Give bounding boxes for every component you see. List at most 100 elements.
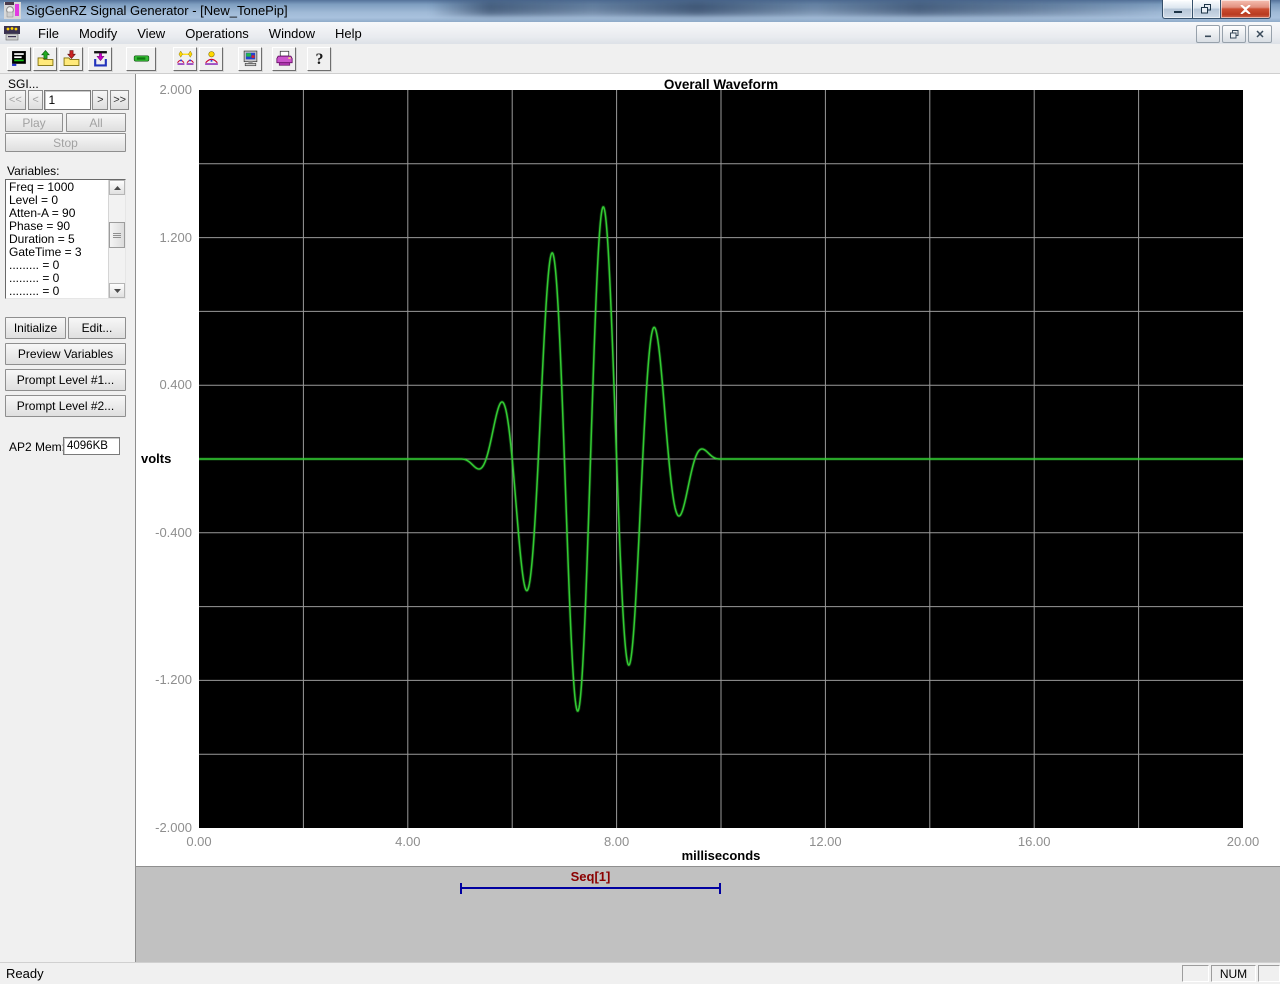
waveform-svg (199, 90, 1243, 828)
open-signal-button[interactable] (33, 46, 57, 71)
x-axis-label: milliseconds (681, 848, 761, 863)
sequence-segment-line[interactable] (460, 883, 721, 894)
restore-icon (1201, 4, 1211, 14)
window-title: SigGenRZ Signal Generator - [New_TonePip… (26, 3, 288, 18)
y-axis-label: volts (141, 451, 172, 466)
menu-item-window[interactable]: Window (259, 22, 325, 44)
aero-glass-background (430, 1, 1170, 16)
status-message: Ready (6, 966, 44, 981)
button-widget-icon (133, 50, 150, 67)
segment-navigator: << < > >> (5, 90, 129, 110)
waveform-display-icon (11, 50, 28, 67)
ap2-mem-label: AP2 Mem: (9, 440, 66, 454)
chart-panel: Overall Waveform volts milliseconds 2.00… (136, 74, 1280, 866)
menu-item-help[interactable]: Help (325, 22, 372, 44)
app-window: SigGenRZ Signal Generator - [New_TonePip… (0, 0, 1280, 984)
y-tick-label: -0.400 (155, 524, 192, 540)
scroll-down-button[interactable] (109, 283, 125, 298)
document-icon[interactable] (4, 25, 20, 41)
play-all-button[interactable]: All (66, 113, 126, 132)
view-all-segments-icon (176, 50, 194, 67)
menu-item-file[interactable]: File (28, 22, 69, 44)
plot-area (199, 90, 1243, 828)
variables-listbox-items: Freq = 1000 Level = 0 Atten-A = 90 Phase = … (6, 180, 108, 298)
toolbar: ? (0, 44, 1280, 74)
app-icon[interactable] (4, 2, 21, 19)
sequence-label: Seq[1] (570, 869, 611, 884)
x-tick-label: 8.00 (603, 834, 630, 849)
segment-number-input[interactable] (44, 90, 92, 110)
mdi-minimize-icon (1205, 35, 1211, 38)
x-tick-label: 4.00 (395, 834, 421, 849)
mdi-close-button[interactable] (1248, 25, 1272, 43)
x-tick-label: 0.00 (186, 834, 212, 849)
view-segment-icon (203, 50, 220, 67)
x-tick-label: 20.00 (1226, 834, 1260, 849)
last-segment-button[interactable]: >> (110, 90, 129, 110)
y-tick-label: 2.000 (159, 82, 192, 97)
first-segment-button[interactable]: << (5, 90, 26, 110)
play-button[interactable]: Play (5, 113, 63, 132)
menu-item-operations[interactable]: Operations (175, 22, 259, 44)
save-signal-button[interactable] (59, 46, 83, 71)
menu-bar: File Modify View Operations Window Help (0, 22, 1280, 45)
help-about-icon: ? (311, 50, 328, 67)
initialize-button[interactable]: Initialize (5, 317, 66, 339)
segment-bar (460, 887, 721, 889)
title-bar[interactable]: SigGenRZ Signal Generator - [New_TonePip… (0, 0, 1280, 22)
mdi-minimize-button[interactable] (1196, 25, 1220, 43)
help-about-button[interactable]: ? (307, 46, 331, 71)
status-indicators: NUM (1182, 965, 1280, 982)
x-tick-label: 12.00 (809, 834, 842, 849)
prompt-level-2-button[interactable]: Prompt Level #2... (5, 395, 126, 417)
preview-variables-button[interactable]: Preview Variables (5, 343, 126, 365)
variables-listbox: Freq = 1000 Level = 0 Atten-A = 90 Phase = … (5, 179, 126, 299)
close-icon (1240, 4, 1251, 14)
status-cell-scrl (1258, 965, 1280, 982)
ap2-mem-value: 4096KB (63, 437, 120, 455)
hardware-setup-button[interactable] (238, 46, 262, 71)
button-widget-button[interactable] (126, 46, 156, 71)
minimize-button[interactable] (1162, 0, 1192, 19)
control-panel: SGI... << < > >> Play All Stop Variables… (0, 74, 136, 962)
svg-text:?: ? (315, 51, 323, 67)
print-icon (275, 50, 293, 67)
print-button[interactable] (272, 46, 296, 71)
mdi-restore-button[interactable] (1222, 25, 1246, 43)
y-tick-label: -1.200 (155, 672, 192, 688)
caption-buttons (1162, 0, 1271, 19)
scroll-up-button[interactable] (109, 180, 125, 195)
close-button[interactable] (1220, 0, 1271, 19)
save-signal-icon (63, 50, 80, 67)
y-tick-label: -2.000 (155, 820, 192, 835)
sgi-label: SGI... (8, 77, 39, 91)
waveform-display-button[interactable] (7, 46, 31, 71)
mdi-restore-icon (1229, 29, 1238, 38)
status-bar: Ready NUM (0, 962, 1280, 984)
variables-scrollbar[interactable] (108, 180, 125, 298)
next-segment-button[interactable]: > (92, 90, 109, 110)
mdi-window-buttons (1196, 25, 1272, 43)
menu-item-modify[interactable]: Modify (69, 22, 127, 44)
restore-button[interactable] (1192, 0, 1220, 19)
view-segment-button[interactable] (199, 46, 223, 71)
load-device-button[interactable] (88, 46, 112, 71)
minimize-icon (1173, 10, 1182, 13)
hardware-setup-icon (242, 50, 259, 67)
open-signal-icon (37, 50, 54, 67)
edit-button[interactable]: Edit... (68, 317, 126, 339)
load-device-icon (92, 50, 109, 67)
view-all-segments-button[interactable] (173, 46, 197, 71)
segment-end-cap (719, 883, 721, 894)
scrollbar-thumb[interactable] (109, 222, 125, 248)
x-tick-label: 16.00 (1017, 834, 1051, 849)
variable-item[interactable]: ......... = 0 (9, 285, 108, 298)
menu-item-view[interactable]: View (127, 22, 175, 44)
mdi-close-icon (1256, 30, 1264, 38)
stop-button[interactable]: Stop (5, 133, 126, 152)
sequence-band: Seq[1] (136, 866, 1280, 962)
variables-label: Variables: (7, 164, 60, 178)
previous-segment-button[interactable]: < (27, 90, 44, 110)
arrow-down-icon (113, 288, 121, 293)
prompt-level-1-button[interactable]: Prompt Level #1... (5, 369, 126, 391)
